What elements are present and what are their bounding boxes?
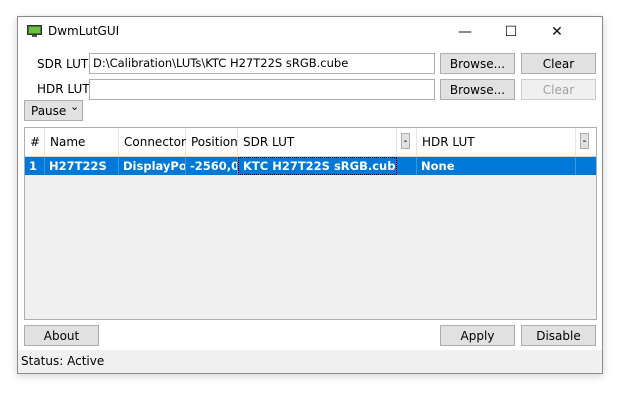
sdr-lut-field[interactable]: D:\Calibration\LUTs\KTC H27T22S sRGB.cub… <box>89 53 435 74</box>
column-header-hdr-lut[interactable]: HDR LUT <box>417 128 576 156</box>
sdr-lut-label: SDR LUT <box>37 57 89 71</box>
pause-label: Pause <box>31 103 67 118</box>
hdr-column-clear-button[interactable]: - <box>580 133 589 149</box>
hdr-lut-label: HDR LUT <box>37 82 90 96</box>
disable-button[interactable]: Disable <box>521 325 596 346</box>
column-header-sdr-lut[interactable]: SDR LUT <box>238 128 397 156</box>
column-header-position[interactable]: Position <box>186 128 238 156</box>
monitor-grid[interactable]: # Name Connector Position SDR LUT - HDR … <box>24 127 597 320</box>
status-bar: Status: Active <box>18 350 602 373</box>
title-bar[interactable]: DwmLutGUI — ☐ ✕ <box>18 17 602 47</box>
minimize-button[interactable]: — <box>442 17 488 47</box>
monitor-icon <box>27 25 42 37</box>
pause-dropdown[interactable]: Pause ⌄ <box>24 100 83 121</box>
cell-sdr-lut[interactable]: KTC H27T22S sRGB.cube <box>238 157 397 175</box>
table-row[interactable]: 1 H27T22S DisplayPort -2560,0 KTC H27T22… <box>25 157 596 175</box>
sdr-browse-button[interactable]: Browse... <box>440 53 515 74</box>
cell-position: -2560,0 <box>186 157 238 175</box>
hdr-lut-field[interactable] <box>89 79 435 100</box>
window-title: DwmLutGUI <box>48 24 120 38</box>
column-header-index[interactable]: # <box>25 128 45 156</box>
about-button[interactable]: About <box>24 325 99 346</box>
column-header-connector[interactable]: Connector <box>119 128 186 156</box>
cell-name: H27T22S <box>45 157 119 175</box>
sdr-column-clear-button[interactable]: - <box>401 133 410 149</box>
hdr-browse-button[interactable]: Browse... <box>440 79 515 100</box>
chevron-down-icon: ⌄ <box>70 100 80 113</box>
hdr-clear-button[interactable]: Clear <box>521 79 596 100</box>
status-text: Status: Active <box>21 354 105 368</box>
app-window: DwmLutGUI — ☐ ✕ SDR LUT D:\Calibration\L… <box>17 16 603 374</box>
sdr-clear-button[interactable]: Clear <box>521 53 596 74</box>
cell-connector: DisplayPort <box>119 157 186 175</box>
cell-hdr-lut[interactable]: None <box>417 157 576 175</box>
cell-index: 1 <box>25 157 45 175</box>
apply-button[interactable]: Apply <box>440 325 515 346</box>
cell-hdr-gap <box>576 157 596 175</box>
close-button[interactable]: ✕ <box>534 17 580 47</box>
cell-sdr-gap <box>397 157 417 175</box>
maximize-button[interactable]: ☐ <box>488 17 534 47</box>
column-header-name[interactable]: Name <box>45 128 119 156</box>
